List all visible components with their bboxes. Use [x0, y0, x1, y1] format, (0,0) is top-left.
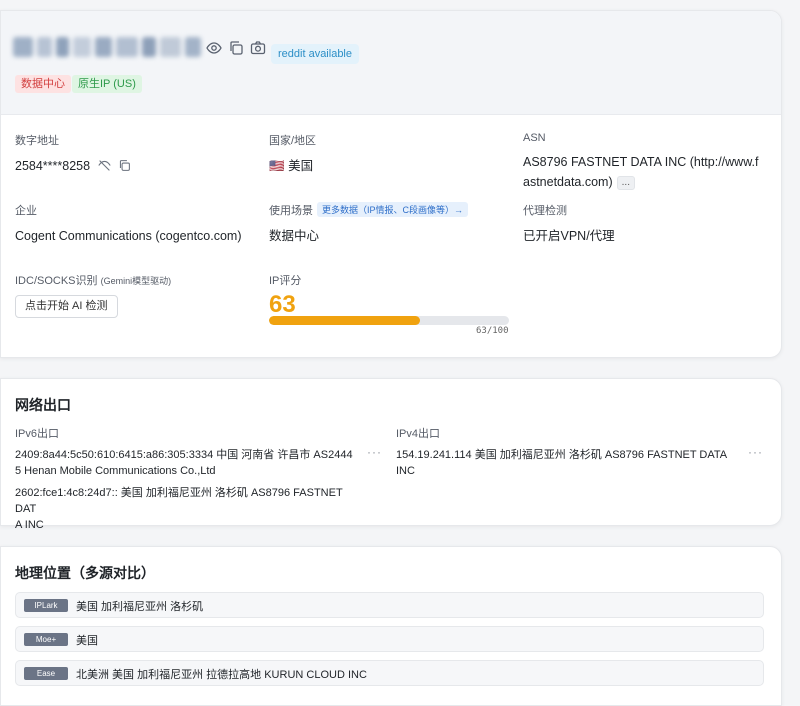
- egress-title: 网络出口: [15, 397, 71, 413]
- geo-text: 北美洲 美国 加利福尼亚州 拉德拉高地 KURUN CLOUD INC: [76, 669, 367, 681]
- ipv6-line: 2602:fce1:4c8:24d7:: 美国 加利福尼亚州 洛杉矶 AS879…: [15, 487, 343, 515]
- idc-field: IDC/SOCKS识别 (Gemini模型驱动) 点击开始 AI 检测: [15, 272, 171, 318]
- geo-title: 地理位置（多源对比）: [15, 565, 155, 581]
- ip-info-card: reddit available 数据中心 原生IP (US) 数字地址 258…: [0, 10, 782, 358]
- org-field: 企业 Cogent Communications (cogentco.com): [15, 202, 242, 246]
- proxy-field: 代理检测 已开启VPN/代理: [523, 202, 615, 246]
- ipv4-line: 154.19.241.114 美国 加利福尼亚州 洛杉矶 AS8796 FAST…: [396, 449, 727, 477]
- idc-label-note: (Gemini模型驱动): [100, 276, 172, 286]
- ip-score-bar-fill: [269, 316, 421, 325]
- geo-text: 美国 加利福尼亚州 洛杉矶: [76, 601, 204, 613]
- ipv4-egress: IPv4出口 154.19.241.114 美国 加利福尼亚州 洛杉矶 AS87…: [396, 425, 741, 479]
- ip-score-label: IP评分: [269, 275, 302, 287]
- eye-off-icon[interactable]: [97, 158, 111, 171]
- usage-field: 使用场景 更多数据（IP情报、C段画像等）→ 数据中心: [269, 202, 469, 246]
- geo-source-badge: Ease: [24, 667, 68, 680]
- asn-value-line1: AS8796 FASTNET DATA INC (http://www.f: [523, 155, 759, 169]
- native-ip-tag: 原生IP (US): [72, 75, 142, 93]
- usage-value: 数据中心: [269, 229, 320, 243]
- geo-source-badge: Moe+: [24, 633, 68, 646]
- ipv6-line: 2409:8a44:5c50:610:6415:a86:305:3334 中国 …: [15, 449, 353, 461]
- usage-label: 使用场景: [269, 205, 313, 217]
- geo-text: 美国: [76, 635, 98, 647]
- proxy-value: 已开启VPN/代理: [523, 229, 615, 243]
- geo-row: IPLark 美国 加利福尼亚州 洛杉矶: [15, 592, 764, 618]
- network-egress-card: 网络出口 IPv6出口 2409:8a44:5c50:610:6415:a86:…: [0, 378, 782, 531]
- ipv6-line: 5 Henan Mobile Communications Co.,Ltd: [15, 465, 216, 477]
- ip-header: reddit available 数据中心 原生IP (US): [1, 11, 781, 115]
- asn-field: ASN AS8796 FASTNET DATA INC (http://www.…: [523, 132, 773, 192]
- org-label: 企业: [15, 205, 37, 217]
- asn-more-button[interactable]: ...: [616, 175, 635, 190]
- copy-icon[interactable]: [228, 40, 244, 56]
- geo-row: Moe+ 美国: [15, 626, 764, 652]
- more-data-link[interactable]: 更多数据（IP情报、C段画像等）→: [317, 202, 469, 217]
- geo-row: Ease 北美洲 美国 加利福尼亚州 拉德拉高地 KURUN CLOUD INC: [15, 660, 764, 686]
- digital-address-field: 数字地址 2584****8258: [15, 132, 131, 176]
- ipv4-more-icon[interactable]: ···: [748, 445, 763, 459]
- country-field: 国家/地区 🇺🇸 美国: [269, 132, 316, 176]
- eye-icon[interactable]: [206, 40, 222, 56]
- asn-value-line2: astnetdata.com): [523, 175, 613, 189]
- country-label: 国家/地区: [269, 135, 317, 147]
- ipv4-label: IPv4出口: [396, 428, 441, 440]
- camera-icon[interactable]: [250, 40, 266, 56]
- ip-score-field: IP评分 63 63/100: [269, 272, 511, 347]
- ip-address-blurred: [13, 37, 202, 57]
- datacenter-tag: 数据中心: [15, 75, 71, 93]
- proxy-label: 代理检测: [523, 205, 567, 217]
- geo-location-card: 地理位置（多源对比） IPLark 美国 加利福尼亚州 洛杉矶 Moe+ 美国 …: [0, 546, 782, 706]
- country-value: 美国: [288, 159, 314, 173]
- digital-address-label: 数字地址: [15, 135, 59, 147]
- ipv6-line: A INC: [15, 519, 44, 531]
- copy-icon[interactable]: [118, 158, 131, 171]
- reddit-available-badge: reddit available: [271, 44, 359, 64]
- ipv6-more-icon[interactable]: ···: [367, 445, 382, 459]
- us-flag-icon: 🇺🇸: [269, 159, 285, 173]
- digital-address-value: 2584****8258: [15, 159, 91, 173]
- ipv6-egress: IPv6出口 2409:8a44:5c50:610:6415:a86:305:3…: [15, 425, 360, 533]
- asn-label: ASN: [523, 132, 546, 144]
- ipv6-label: IPv6出口: [15, 428, 60, 440]
- ip-score-bar: [269, 316, 509, 325]
- org-value: Cogent Communications (cogentco.com): [15, 229, 242, 243]
- idc-label: IDC/SOCKS识别: [15, 275, 98, 287]
- ip-score-value: 63: [269, 291, 296, 318]
- geo-source-badge: IPLark: [24, 599, 68, 612]
- ip-score-caption: 63/100: [476, 326, 509, 336]
- ai-detect-button[interactable]: 点击开始 AI 检测: [15, 295, 118, 318]
